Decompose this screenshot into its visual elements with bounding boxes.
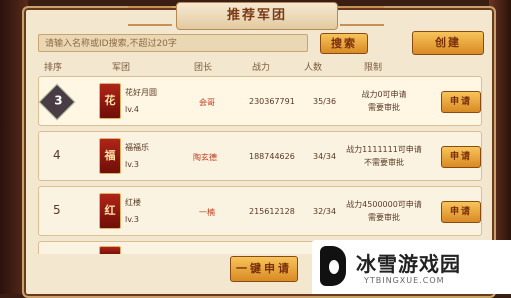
panel-title: 推荐军团 bbox=[176, 2, 338, 30]
legion-power: 188744626 bbox=[249, 152, 295, 161]
legion-emblem-icon bbox=[99, 246, 121, 254]
legion-name: 红楼 bbox=[125, 198, 141, 207]
column-leader: 团长 bbox=[194, 63, 213, 73]
column-legion: 军团 bbox=[112, 63, 131, 73]
legion-members: 35/36 bbox=[313, 97, 337, 106]
legion-row[interactable]: 5 红 红楼 lv.3 一楠 215612128 32/34 战力4500000… bbox=[38, 186, 482, 236]
legion-power: 230367791 bbox=[249, 97, 295, 106]
apply-button[interactable]: 申请 bbox=[441, 201, 481, 223]
legion-name: 花好月圆 bbox=[125, 88, 157, 97]
watermark-logo-icon bbox=[320, 246, 346, 286]
column-members: 人数 bbox=[304, 63, 323, 73]
legion-level: lv.4 bbox=[125, 105, 139, 114]
table-header: 排序 军团 团长 战力 人数 限制 bbox=[30, 58, 480, 74]
legion-power: 215612128 bbox=[249, 207, 295, 216]
search-input[interactable]: 请输入名称或ID搜索,不超过20字 bbox=[38, 34, 308, 52]
legion-limit-power: 战力0可申请 bbox=[361, 90, 407, 99]
apply-button[interactable]: 申请 bbox=[441, 146, 481, 168]
legion-row[interactable]: 4 福 福福乐 lv.3 陶玄德 188744626 34/34 战力11111… bbox=[38, 131, 482, 181]
legion-emblem-icon: 福 bbox=[99, 138, 121, 174]
legion-limit-approval: 需要审批 bbox=[368, 103, 400, 112]
apply-button[interactable]: 申请 bbox=[441, 91, 481, 113]
rank-badge-icon: 3 bbox=[38, 83, 76, 121]
legion-members: 34/34 bbox=[313, 152, 337, 161]
search-button[interactable]: 搜索 bbox=[320, 33, 368, 54]
legion-limit-approval: 需要审批 bbox=[368, 213, 400, 222]
legion-limit-power: 战力1111111可申请 bbox=[346, 145, 422, 154]
column-limit: 限制 bbox=[364, 63, 383, 73]
legion-members: 32/34 bbox=[313, 207, 337, 216]
rank-number: 4 bbox=[53, 148, 61, 162]
watermark-text: 冰雪游戏园 bbox=[356, 252, 461, 276]
legion-level: lv.3 bbox=[125, 215, 139, 224]
one-key-apply-button[interactable]: 一键申请 bbox=[230, 256, 298, 282]
legion-emblem-icon: 红 bbox=[99, 193, 121, 229]
rank-number: 5 bbox=[53, 203, 61, 217]
create-legion-button[interactable]: 创建 bbox=[412, 31, 484, 55]
legion-leader: 会哥 bbox=[199, 98, 215, 107]
legion-leader: 陶玄德 bbox=[193, 153, 217, 162]
site-watermark: 冰雪游戏园 YTBINGXUE.COM bbox=[312, 240, 511, 294]
legion-list[interactable]: 3 花 花好月圆 lv.4 会哥 230367791 35/36 战力0可申请 … bbox=[38, 76, 482, 254]
column-power: 战力 bbox=[252, 63, 271, 73]
legion-limit-approval: 不需要审批 bbox=[364, 158, 404, 167]
legion-leader: 一楠 bbox=[199, 208, 215, 217]
legion-emblem-icon: 花 bbox=[99, 83, 121, 119]
legion-limit-power: 战力4500000可申请 bbox=[346, 200, 422, 209]
legion-level: lv.3 bbox=[125, 160, 139, 169]
title-ornament-left bbox=[128, 6, 172, 26]
title-ornament-right bbox=[340, 6, 384, 26]
legion-name: 福福乐 bbox=[125, 143, 149, 152]
column-rank: 排序 bbox=[44, 63, 63, 73]
legion-row[interactable]: 3 花 花好月圆 lv.4 会哥 230367791 35/36 战力0可申请 … bbox=[38, 76, 482, 126]
watermark-url: YTBINGXUE.COM bbox=[364, 276, 445, 285]
